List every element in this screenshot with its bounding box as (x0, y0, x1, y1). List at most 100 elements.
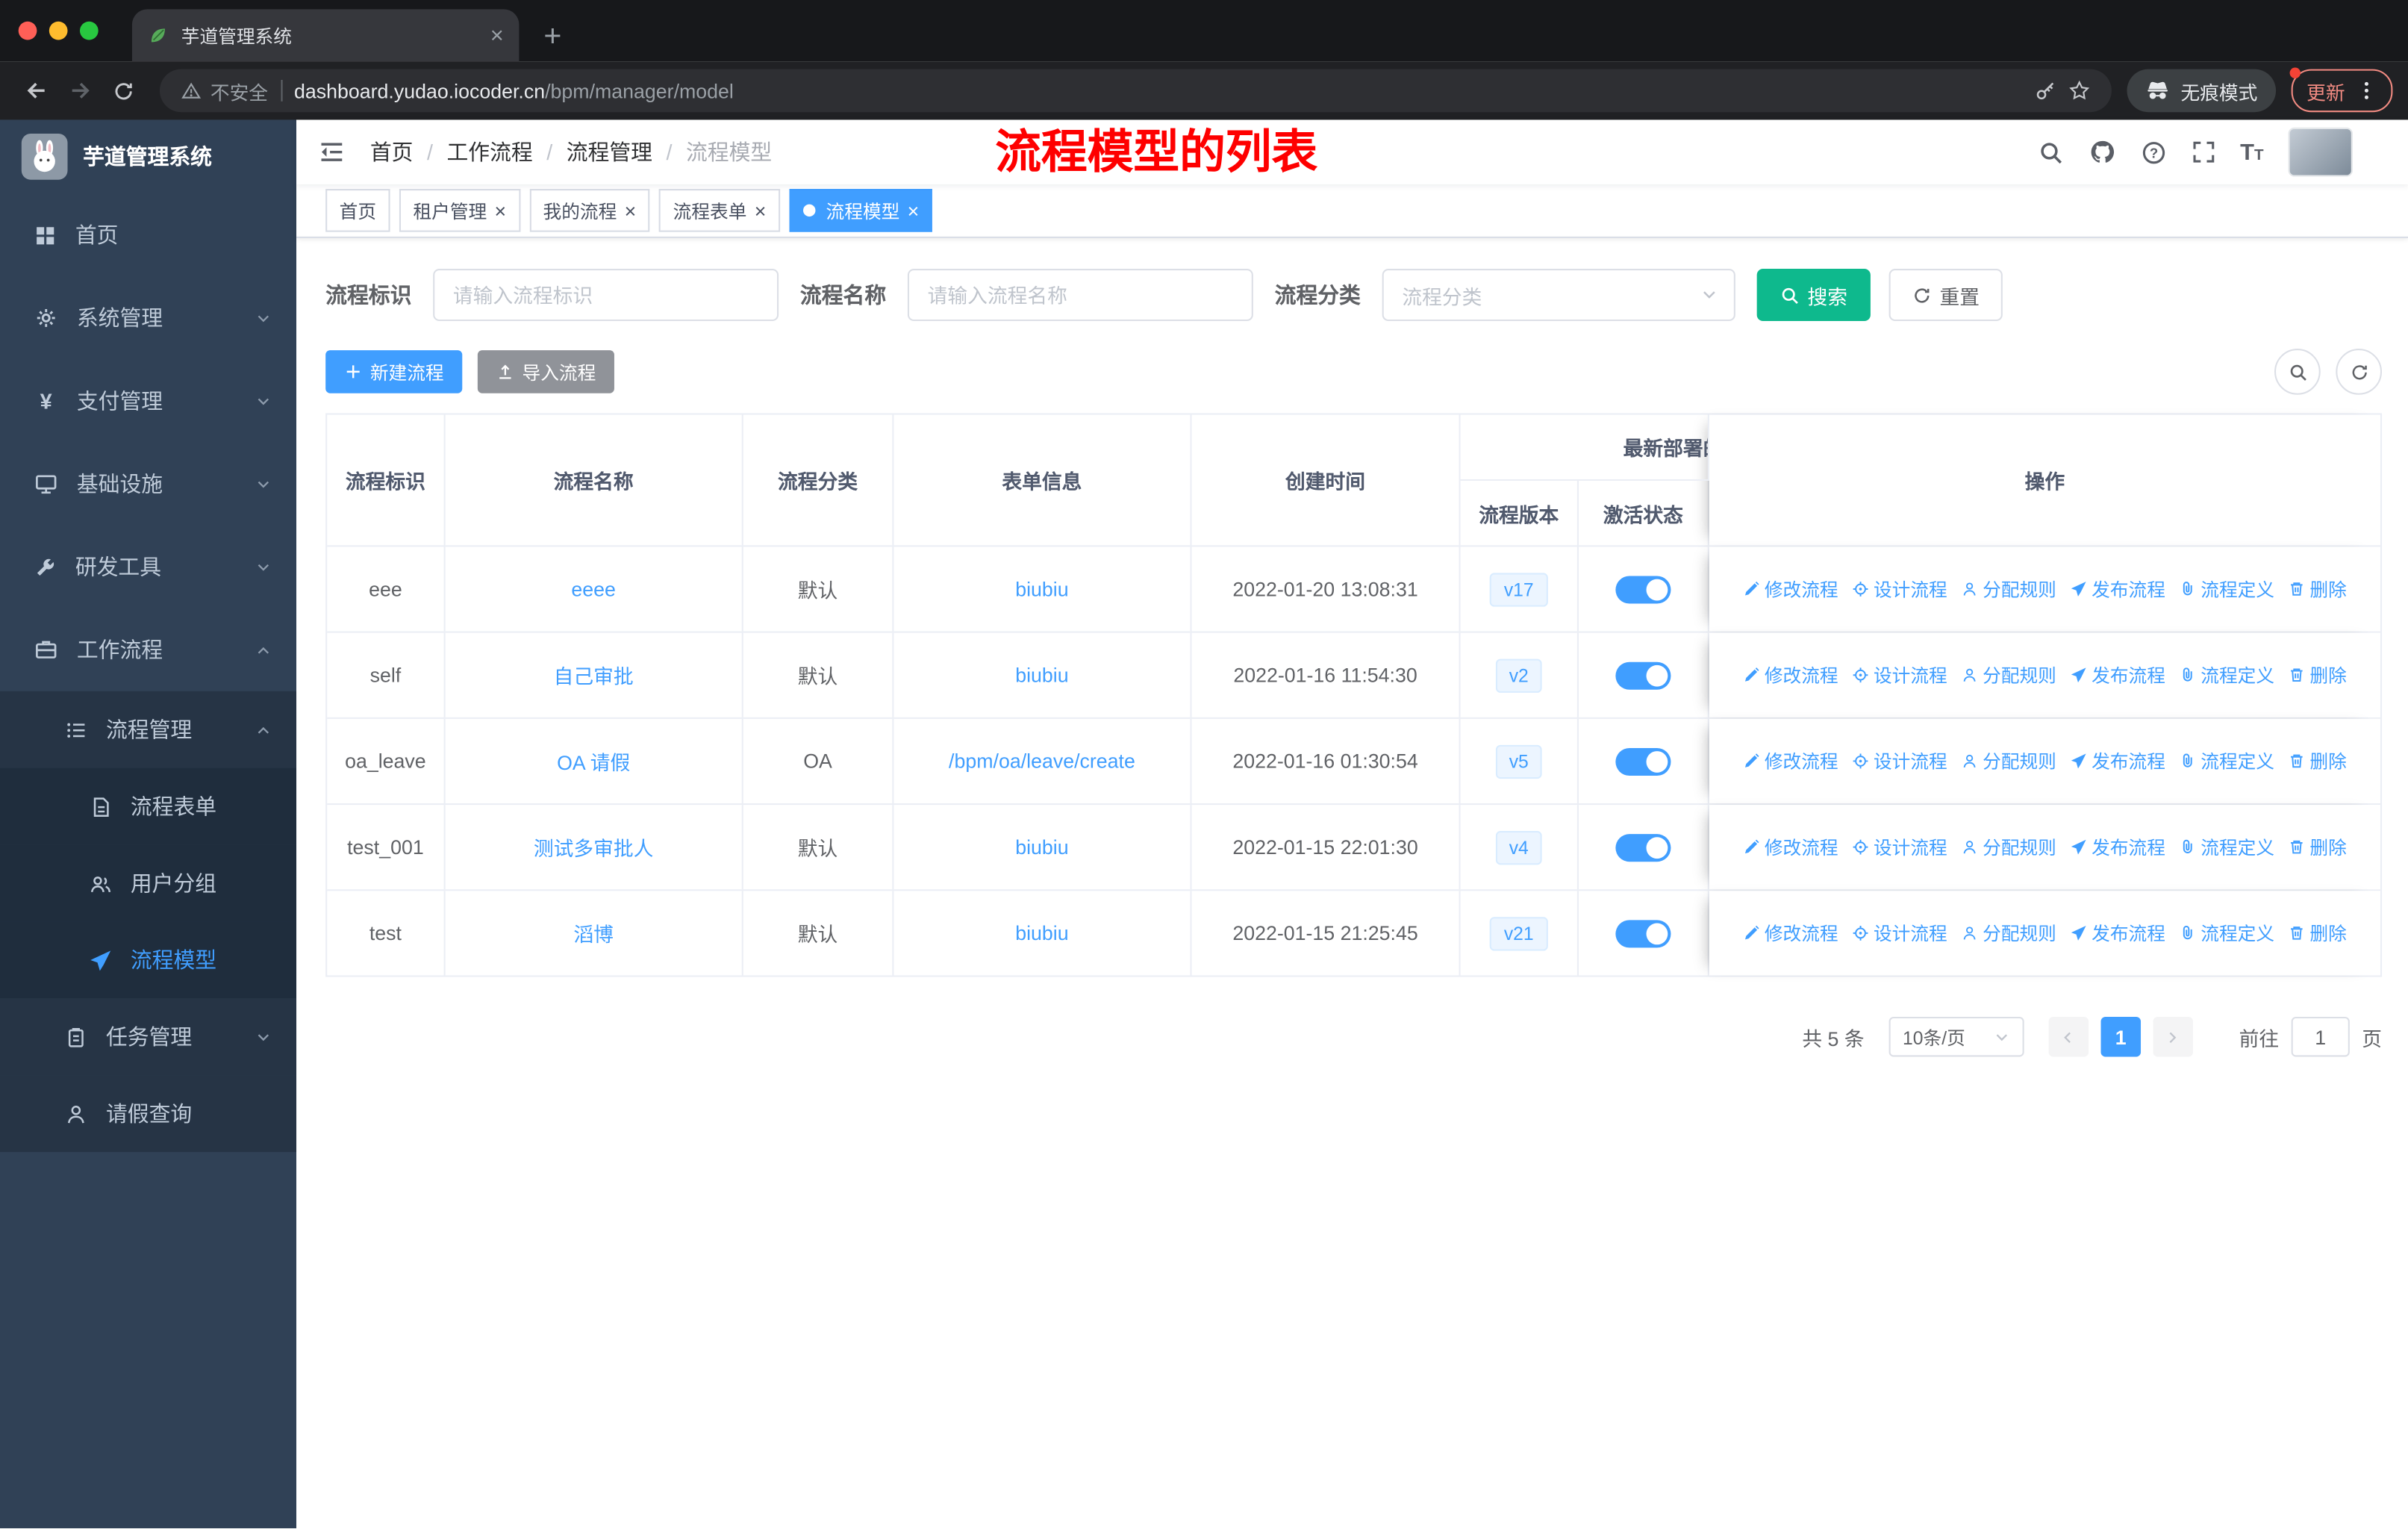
sidebar-item-system-management[interactable]: 系统管理 (0, 276, 296, 359)
breadcrumb-home[interactable]: 首页 (370, 137, 414, 167)
design-process-link[interactable]: 设计流程 (1852, 748, 1947, 774)
browser-menu-kebab-icon[interactable] (2356, 80, 2377, 102)
process-definition-link[interactable]: 流程定义 (2179, 920, 2274, 946)
active-toggle[interactable] (1615, 747, 1671, 775)
window-zoom-button[interactable] (79, 21, 99, 40)
forward-button[interactable] (58, 69, 102, 113)
process-name-link[interactable]: 滔博 (573, 918, 614, 947)
window-minimize-button[interactable] (49, 21, 68, 40)
tag-tenant-management[interactable]: 租户管理 × (399, 189, 520, 232)
assign-rule-link[interactable]: 分配规则 (1961, 920, 2056, 946)
sidebar-item-process-management[interactable]: 流程管理 (0, 691, 297, 768)
form-info-link[interactable]: biubiu (1015, 578, 1068, 601)
sidebar-item-payment-management[interactable]: ¥ 支付管理 (0, 359, 296, 442)
sidebar-collapse-button[interactable] (318, 138, 346, 166)
publish-process-link[interactable]: 发布流程 (2070, 662, 2165, 688)
process-definition-link[interactable]: 流程定义 (2179, 662, 2274, 688)
delete-link[interactable]: 删除 (2289, 834, 2347, 860)
edit-process-link[interactable]: 修改流程 (1743, 662, 1838, 688)
active-toggle[interactable] (1615, 919, 1671, 947)
refresh-table-button[interactable] (2336, 349, 2383, 395)
browser-update-button[interactable]: 更新 (2289, 67, 2393, 113)
delete-link[interactable]: 删除 (2289, 748, 2347, 774)
new-tab-button[interactable]: + (543, 22, 561, 52)
edit-process-link[interactable]: 修改流程 (1743, 748, 1838, 774)
sidebar-item-infrastructure[interactable]: 基础设施 (0, 443, 296, 526)
import-process-button[interactable]: 导入流程 (477, 350, 615, 393)
design-process-link[interactable]: 设计流程 (1852, 662, 1947, 688)
delete-link[interactable]: 删除 (2289, 576, 2347, 602)
window-close-button[interactable] (18, 21, 37, 40)
tag-process-model[interactable]: 流程模型 × (789, 189, 933, 232)
publish-process-link[interactable]: 发布流程 (2070, 834, 2165, 860)
browser-tab[interactable]: 芋道管理系统 × (131, 9, 520, 62)
process-name-link[interactable]: 自己审批 (554, 661, 634, 690)
bookmark-star-icon[interactable] (2068, 80, 2090, 102)
publish-process-link[interactable]: 发布流程 (2070, 576, 2165, 602)
page-size-select[interactable]: 10条/页 (1888, 1016, 2024, 1057)
design-process-link[interactable]: 设计流程 (1852, 834, 1947, 860)
assign-rule-link[interactable]: 分配规则 (1961, 662, 2056, 688)
tag-my-process[interactable]: 我的流程 × (529, 189, 650, 232)
close-icon[interactable]: × (625, 200, 637, 220)
sidebar-item-process-model[interactable]: 流程模型 (0, 921, 297, 999)
active-toggle[interactable] (1615, 661, 1671, 689)
form-info-link[interactable]: /bpm/oa/leave/create (949, 750, 1135, 773)
process-name-link[interactable]: eeee (571, 578, 616, 601)
sidebar-item-user-group[interactable]: 用户分组 (0, 844, 297, 922)
fullscreen-icon[interactable] (2191, 140, 2215, 164)
security-label[interactable]: 不安全 (210, 76, 268, 105)
process-name-link[interactable]: OA 请假 (557, 747, 630, 776)
current-page-button[interactable]: 1 (2100, 1016, 2141, 1057)
goto-page-input[interactable] (2291, 1016, 2350, 1057)
close-icon[interactable]: × (908, 200, 920, 220)
close-icon[interactable]: × (495, 200, 507, 220)
delete-link[interactable]: 删除 (2289, 920, 2347, 946)
show-search-button[interactable] (2274, 349, 2321, 395)
close-icon[interactable]: × (755, 200, 767, 220)
password-key-icon[interactable] (2035, 80, 2056, 102)
sidebar-item-workflow[interactable]: 工作流程 (0, 608, 296, 691)
github-icon[interactable] (2088, 138, 2115, 166)
tag-process-form[interactable]: 流程表单 × (659, 189, 780, 232)
sidebar-item-task-management[interactable]: 任务管理 (0, 998, 297, 1076)
reload-button[interactable] (102, 69, 145, 113)
category-select[interactable]: 流程分类 (1382, 269, 1735, 321)
reset-button[interactable]: 重置 (1888, 269, 2003, 321)
assign-rule-link[interactable]: 分配规则 (1961, 576, 2056, 602)
app-logo[interactable]: 芋道管理系统 (0, 119, 296, 193)
form-info-link[interactable]: biubiu (1015, 835, 1068, 859)
process-definition-link[interactable]: 流程定义 (2179, 834, 2274, 860)
next-page-button[interactable] (2153, 1016, 2193, 1057)
publish-process-link[interactable]: 发布流程 (2070, 748, 2165, 774)
search-button[interactable]: 搜索 (1756, 269, 1871, 321)
form-info-link[interactable]: biubiu (1015, 664, 1068, 687)
breadcrumb-process-management[interactable]: 流程管理 (567, 137, 652, 167)
edit-process-link[interactable]: 修改流程 (1743, 834, 1838, 860)
process-definition-link[interactable]: 流程定义 (2179, 748, 2274, 774)
edit-process-link[interactable]: 修改流程 (1743, 576, 1838, 602)
process-name-input[interactable] (907, 269, 1253, 321)
delete-link[interactable]: 删除 (2289, 662, 2347, 688)
back-button[interactable] (16, 69, 59, 113)
tab-close-icon[interactable]: × (490, 24, 504, 47)
sidebar-item-leave-query[interactable]: 请假查询 (0, 1075, 297, 1153)
prev-page-button[interactable] (2048, 1016, 2089, 1057)
assign-rule-link[interactable]: 分配规则 (1961, 834, 2056, 860)
design-process-link[interactable]: 设计流程 (1852, 576, 1947, 602)
sidebar-item-process-form[interactable]: 流程表单 (0, 767, 297, 845)
design-process-link[interactable]: 设计流程 (1852, 920, 1947, 946)
search-icon[interactable] (2038, 139, 2064, 165)
help-icon[interactable] (2140, 139, 2166, 165)
process-name-link[interactable]: 测试多审批人 (534, 832, 654, 862)
process-definition-link[interactable]: 流程定义 (2179, 576, 2274, 602)
publish-process-link[interactable]: 发布流程 (2070, 920, 2165, 946)
font-size-icon[interactable]: TT (2240, 139, 2263, 165)
assign-rule-link[interactable]: 分配规则 (1961, 748, 2056, 774)
address-bar[interactable]: 不安全 dashboard.yudao.iocoder.cn/bpm/manag… (159, 69, 2112, 113)
form-info-link[interactable]: biubiu (1015, 921, 1068, 944)
breadcrumb-workflow[interactable]: 工作流程 (446, 137, 532, 167)
edit-process-link[interactable]: 修改流程 (1743, 920, 1838, 946)
active-toggle[interactable] (1615, 575, 1671, 603)
process-key-input[interactable] (433, 269, 779, 321)
